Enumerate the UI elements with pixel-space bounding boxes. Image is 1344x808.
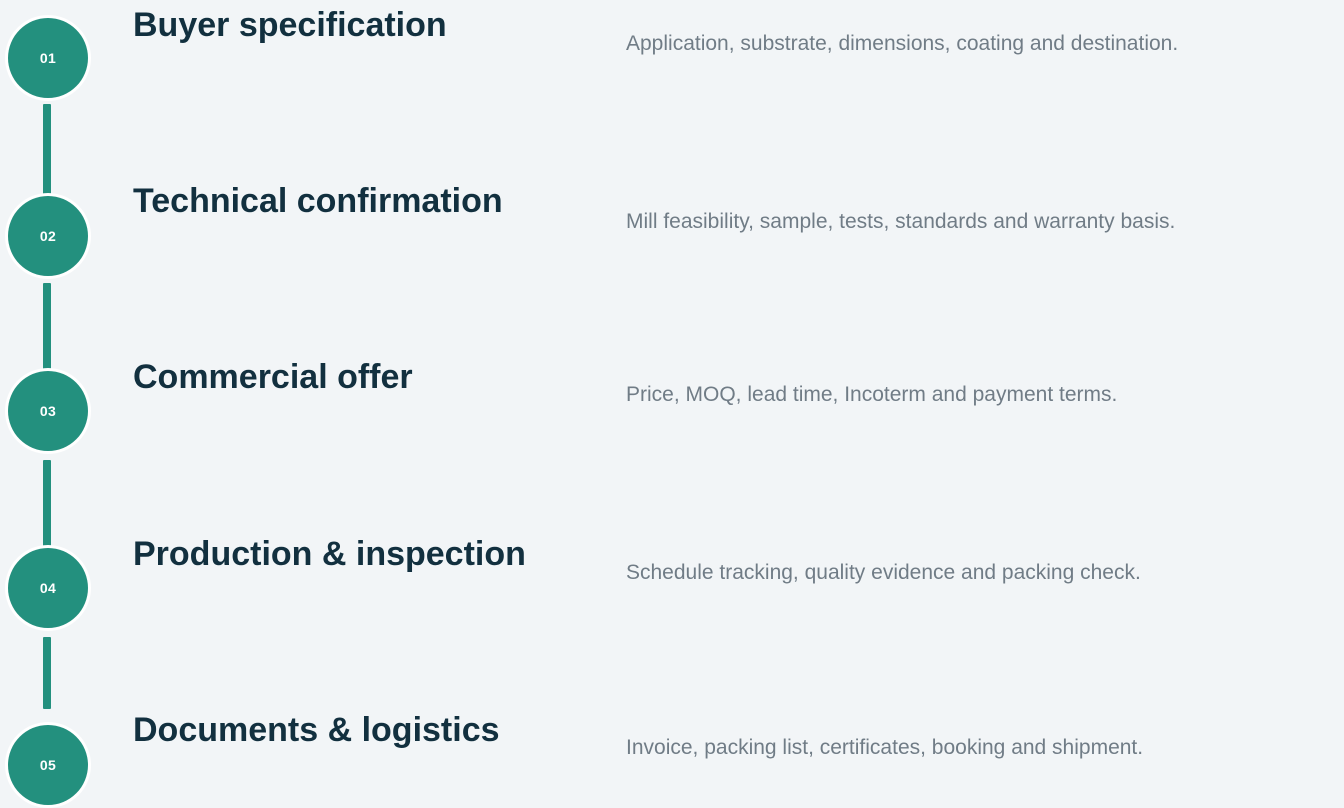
step-number: 03 (39, 403, 57, 419)
step-title: Documents & logistics (133, 711, 500, 749)
step-title: Technical confirmation (133, 182, 503, 220)
process-timeline: 01 Buyer specification Application, subs… (0, 0, 1344, 808)
step-number: 05 (39, 757, 57, 773)
step-number: 02 (39, 228, 57, 244)
step-number-badge: 03 (8, 371, 88, 451)
step-number-badge: 02 (8, 196, 88, 276)
step-description: Invoice, packing list, certificates, boo… (626, 736, 1144, 759)
timeline-connector (43, 283, 51, 375)
step-number: 04 (39, 580, 57, 596)
step-description: Price, MOQ, lead time, Incoterm and paym… (626, 383, 1118, 406)
timeline-step-5: 05 Documents & logistics Invoice, packin… (0, 0, 1344, 805)
timeline-connector (43, 637, 51, 709)
step-description: Mill feasibility, sample, tests, standar… (626, 210, 1176, 233)
step-number-badge: 04 (8, 548, 88, 628)
timeline-connector (43, 460, 51, 556)
step-number-badge: 05 (8, 725, 88, 805)
step-title: Production & inspection (133, 535, 526, 573)
step-description: Schedule tracking, quality evidence and … (626, 561, 1141, 584)
step-title: Commercial offer (133, 358, 413, 396)
